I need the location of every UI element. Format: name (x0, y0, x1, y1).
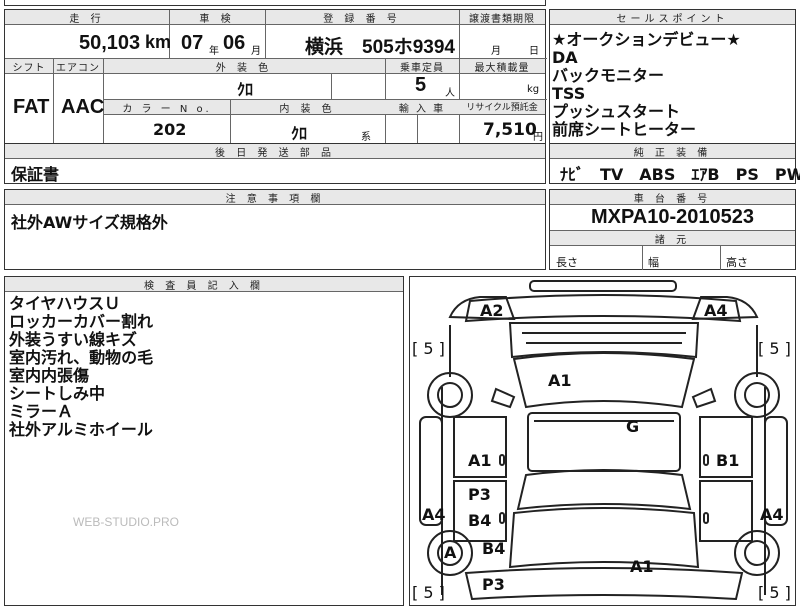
color-no-header: カ ラ ー N o. (104, 100, 230, 115)
inspector-note-item: ロッカーカバー割れ (9, 312, 154, 331)
mileage-header: 走 行 (5, 10, 169, 25)
import-header: 輸 入 車 (385, 100, 459, 115)
recycle-header: リサイクル預託金 (459, 100, 545, 115)
mark-left-rear-wheel: A (444, 543, 457, 562)
inspection-year-unit: 年 (209, 46, 219, 57)
car-diagram-outline (419, 280, 788, 601)
mark-left-rear-door-2: B4 (468, 511, 492, 530)
exterior-color-value: ｸﾛ (237, 80, 254, 99)
watermark-text: WEB-STUDIO.PRO (73, 515, 180, 529)
inspector-note-item: 室内内張傷 (9, 366, 90, 385)
mileage-unit: km (145, 32, 172, 52)
aircon-header: エアコン (53, 59, 103, 74)
mark-tire-rear-right: [ 5 ] (758, 583, 791, 602)
inspector-notes-header: 検 査 員 記 入 欄 (5, 277, 403, 292)
sales-point-item: プッシュスタート (552, 102, 681, 121)
genuine-equipment-header: 純 正 装 備 (550, 144, 795, 159)
color-no-value: 202 (153, 120, 187, 139)
dimensions-header: 諸 元 (550, 231, 795, 246)
sales-points-list: ★オークションデビュー★ DA バックモニター TSS プッシュスタート 前席シ… (552, 31, 741, 139)
sales-point-item: TSS (552, 84, 586, 103)
registration-header: 登 録 番 号 (265, 10, 459, 25)
mark-tire-rear-left: [ 5 ] (412, 583, 445, 602)
mark-left-rear-door-1: P3 (468, 485, 491, 504)
dimension-height-label: 高さ (726, 256, 748, 269)
chassis-header: 車 台 番 号 (550, 190, 795, 205)
chassis-panel: 車 台 番 号 MXPA10-2010523 諸 元 長さ 幅 高さ (549, 189, 796, 270)
mark-front-right-corner: A4 (704, 301, 728, 320)
inspection-month: 06 (223, 32, 246, 54)
mark-left-side: A4 (422, 505, 446, 524)
inspector-notes-panel: 検 査 員 記 入 欄 タイヤハウスＵ ロッカーカバー割れ 外装うすい線キズ 室… (4, 276, 404, 606)
max-load-unit: kg (527, 84, 540, 95)
inspector-note-item: 外装うすい線キズ (9, 330, 138, 349)
exterior-color-header: 外 装 色 (103, 59, 385, 74)
later-parts-header: 後 日 発 送 部 品 (5, 144, 545, 159)
notes-header: 注 意 事 項 欄 (5, 190, 545, 205)
dimension-width-label: 幅 (648, 256, 659, 269)
shift-header: シフト (5, 59, 53, 74)
interior-suffix: 系 (361, 132, 371, 143)
later-parts-value: 保証書 (11, 165, 60, 184)
sales-point-item: ★オークションデビュー★ (552, 30, 741, 49)
mark-left-rear-fender: B4 (482, 539, 506, 558)
mileage-value: 50,103 (79, 32, 141, 54)
mark-left-front-door: A1 (468, 451, 492, 470)
inspector-note-item: ミラーＡ (9, 402, 74, 421)
sales-point-item: 前席シートヒーター (552, 120, 697, 139)
transfer-month: 月 (491, 46, 501, 57)
inspector-note-item: タイヤハウスＵ (9, 294, 121, 313)
recycle-unit: 円 (533, 132, 543, 143)
sales-points-header: セールスポイント (550, 10, 795, 25)
inspection-year: 07 (181, 32, 204, 54)
later-parts-panel: 後 日 発 送 部 品 保証書 (4, 143, 546, 184)
max-load-header: 最大積載量 (459, 59, 545, 74)
inspector-note-item: 室内汚れ、動物の毛 (9, 348, 154, 367)
interior-color-header: 内 装 色 (230, 100, 385, 115)
vehicle-info-panel: 走 行 車 検 登 録 番 号 譲渡書類期限 50,103 km 07 年 06… (4, 9, 547, 145)
recycle-value: 7,510 (483, 120, 537, 140)
mark-tire-front-right: [ 5 ] (758, 339, 791, 358)
mark-tire-front-left: [ 5 ] (412, 339, 445, 358)
aircon-value: AAC (61, 96, 105, 118)
dimension-length-label: 長さ (556, 256, 578, 269)
mark-front-left-corner: A2 (480, 301, 504, 320)
genuine-equipment-panel: 純 正 装 備 ﾅﾋﾞ TV ABS ｴｱB PS PW (549, 143, 800, 184)
transfer-day: 日 (529, 46, 539, 57)
sales-point-item: バックモニター (552, 66, 665, 85)
inspection-header: 車 検 (169, 10, 265, 25)
capacity-value: 5 (415, 74, 427, 96)
genuine-equipment-value: ﾅﾋﾞ TV ABS ｴｱB PS PW (560, 165, 800, 184)
mark-roof: G (626, 417, 640, 436)
inspector-note-item: シートしみ中 (9, 384, 106, 403)
car-diagram-panel: A2 A4 [ 5 ] [ 5 ] A1 G A1 B1 P3 B4 A4 A4… (409, 276, 796, 606)
notes-panel: 注 意 事 項 欄 社外AWサイズ規格外 (4, 189, 546, 270)
transfer-header: 譲渡書類期限 (459, 10, 545, 25)
notes-value: 社外AWサイズ規格外 (11, 213, 168, 232)
registration-value: 横浜 505ホ9394 (305, 37, 455, 58)
sales-point-item: DA (552, 48, 578, 67)
sales-points-panel: セールスポイント ★オークションデビュー★ DA バックモニター TSS プッシ… (549, 9, 796, 144)
capacity-unit: 人 (445, 88, 455, 99)
inspector-note-item: 社外アルミホイール (9, 420, 153, 439)
inspection-month-unit: 月 (251, 46, 261, 57)
shift-value: FAT (13, 96, 50, 118)
interior-color-value: ｸﾛ (291, 124, 308, 143)
chassis-value: MXPA10-2010523 (590, 206, 755, 228)
mark-right-front-door: B1 (716, 451, 740, 470)
mark-hood: A1 (548, 371, 572, 390)
mark-trunk: A1 (630, 557, 654, 576)
inspector-notes-list: タイヤハウスＵ ロッカーカバー割れ 外装うすい線キズ 室内汚れ、動物の毛 室内内… (9, 295, 153, 439)
capacity-header: 乗車定員 (385, 59, 459, 74)
mark-right-side: A4 (760, 505, 784, 524)
top-strip (4, 0, 546, 6)
mark-left-rear-lower: P3 (482, 575, 505, 594)
